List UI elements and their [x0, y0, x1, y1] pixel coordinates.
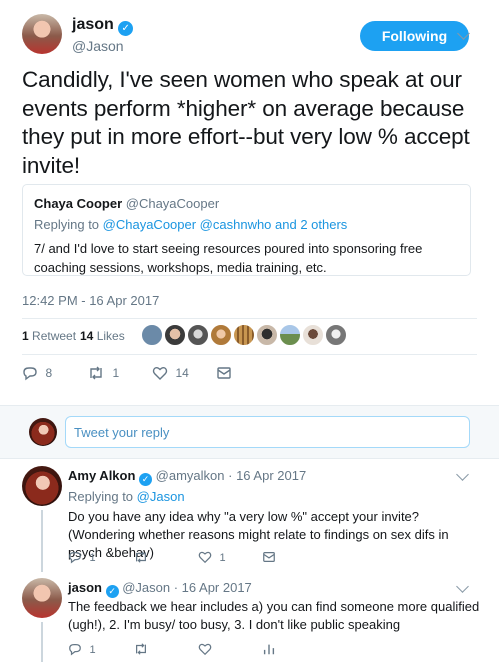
like-icon	[198, 551, 212, 563]
author-name-row[interactable]: jason ✓	[72, 16, 134, 36]
verified-icon: ✓	[118, 21, 134, 36]
reply-retweet-action[interactable]	[133, 548, 149, 566]
like-icon	[152, 366, 168, 380]
author-name[interactable]: jason	[72, 16, 114, 33]
like-stat[interactable]: 14 Likes	[80, 329, 125, 343]
liker-avatar[interactable]	[164, 324, 186, 346]
reply-author-handle[interactable]: @amyalkon	[156, 468, 225, 483]
reply-tweet[interactable]: jason ✓ @Jason · 16 Apr 2017 The feedbac…	[0, 572, 499, 662]
quoted-tweet[interactable]: Chaya Cooper @ChayaCooper Replying to @C…	[22, 184, 471, 276]
reply-author-handle[interactable]: @Jason	[122, 580, 170, 595]
liker-avatar[interactable]	[279, 324, 301, 346]
reply-replying-to[interactable]: @Jason	[137, 489, 185, 504]
liker-avatar[interactable]	[187, 324, 209, 346]
reply-message-action[interactable]	[262, 548, 276, 566]
liker-avatar[interactable]	[302, 324, 324, 346]
retweet-icon	[136, 551, 146, 563]
thread-line	[41, 622, 43, 662]
like-action[interactable]: 14	[152, 364, 189, 382]
reply-icon	[23, 367, 37, 381]
quoted-author-name: Chaya Cooper	[34, 196, 123, 211]
verified-icon: ✓	[105, 585, 119, 598]
reply-reply-count: 1	[89, 644, 96, 656]
retweet-icon	[136, 643, 146, 655]
reply-text: The feedback we hear includes a) you can…	[68, 599, 480, 632]
reply-author-avatar[interactable]	[22, 466, 62, 506]
like-icon	[198, 643, 212, 655]
reply-author-name[interactable]: jason	[68, 580, 102, 595]
reply-reply-action[interactable]: 1	[68, 640, 96, 658]
reply-author-name[interactable]: Amy Alkon	[68, 468, 135, 483]
reply-like-action[interactable]	[198, 640, 212, 658]
retweet-count: 1	[22, 329, 29, 343]
reply-like-count: 1	[219, 552, 226, 564]
reply-tweet[interactable]: Amy Alkon ✓ @amyalkon · 16 Apr 2017 Repl…	[0, 458, 499, 572]
quoted-author-handle: @ChayaCooper	[125, 196, 220, 211]
liker-avatar[interactable]	[141, 324, 163, 346]
author-avatar[interactable]	[22, 14, 62, 54]
verified-icon: ✓	[139, 473, 153, 486]
reply-author-avatar[interactable]	[22, 578, 62, 618]
message-icon	[263, 551, 275, 562]
reply-replying-prefix: Replying to	[68, 489, 137, 504]
reply-like-action[interactable]: 1	[198, 548, 226, 566]
retweet-action-count: 1	[112, 366, 120, 380]
current-user-avatar	[29, 418, 57, 446]
liker-avatar[interactable]	[256, 324, 278, 346]
reply-icon	[69, 643, 81, 656]
following-button[interactable]: Following	[360, 21, 469, 51]
direct-message-action[interactable]	[216, 364, 232, 382]
liker-avatar[interactable]	[233, 324, 255, 346]
reply-count: 8	[45, 366, 53, 380]
message-icon	[217, 367, 231, 379]
quoted-replying-prefix: Replying to	[34, 217, 103, 232]
like-action-count: 14	[175, 366, 189, 380]
reply-stats-action[interactable]	[262, 640, 276, 658]
retweet-action[interactable]: 1	[87, 364, 119, 382]
reply-icon	[69, 551, 81, 564]
tweet-text: Candidly, I've seen women who speak at o…	[22, 67, 470, 178]
divider	[22, 318, 477, 319]
quoted-replying-to: @ChayaCooper @cashnwho and 2 others	[102, 217, 348, 232]
reply-date[interactable]: · 16 Apr 2017	[228, 468, 306, 483]
retweet-icon	[90, 366, 102, 380]
tweet-timestamp[interactable]: 12:42 PM - 16 Apr 2017	[22, 293, 159, 308]
liker-avatar[interactable]	[210, 324, 232, 346]
stats-icon	[263, 644, 275, 655]
divider	[22, 354, 477, 355]
like-count: 14	[80, 329, 94, 343]
reply-input[interactable]: Tweet your reply	[65, 416, 470, 448]
reply-input-placeholder: Tweet your reply	[74, 425, 170, 440]
likers-avatars[interactable]	[141, 324, 351, 346]
chevron-down-icon[interactable]	[456, 580, 469, 593]
reply-composer: Tweet your reply	[0, 405, 499, 459]
liker-avatar[interactable]	[325, 324, 347, 346]
retweet-stat-label: Retweet	[32, 329, 77, 343]
quoted-text: 7/ and I'd love to start seeing resource…	[34, 241, 423, 275]
reply-reply-count: 1	[89, 552, 96, 564]
reply-action[interactable]: 8	[22, 364, 52, 382]
reply-retweet-action[interactable]	[133, 640, 149, 658]
retweet-stat[interactable]: 1 Retweet	[22, 329, 76, 343]
chevron-down-icon[interactable]	[456, 468, 469, 481]
reply-reply-action[interactable]: 1	[68, 548, 96, 566]
reply-date[interactable]: · 16 Apr 2017	[174, 580, 252, 595]
thread-line	[41, 510, 43, 572]
like-stat-label: Likes	[96, 329, 125, 343]
author-handle[interactable]: @Jason	[72, 38, 124, 54]
